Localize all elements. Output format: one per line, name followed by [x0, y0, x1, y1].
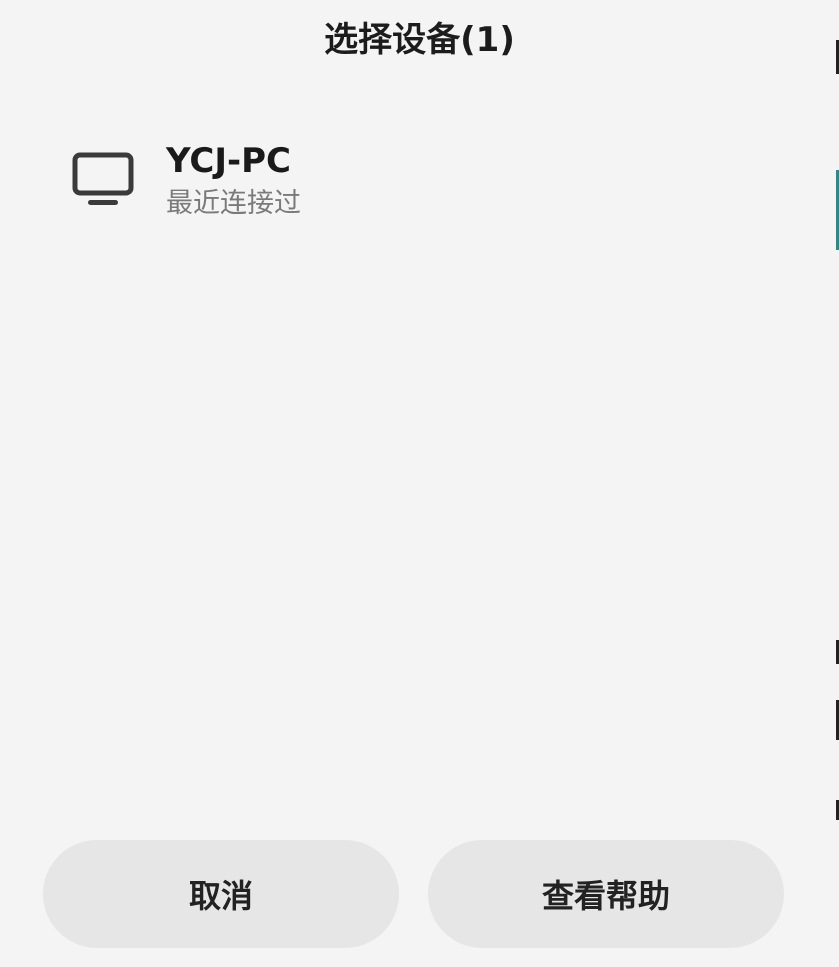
monitor-icon	[72, 152, 134, 208]
device-picker-dialog: 选择设备(1) YCJ-PC 最近连接过 取消 查看帮助	[0, 0, 839, 967]
device-name: YCJ-PC	[166, 141, 291, 181]
device-status: 最近连接过	[166, 188, 301, 219]
device-list-item[interactable]: YCJ-PC 最近连接过	[0, 132, 839, 242]
dialog-title: 选择设备(1)	[324, 20, 515, 60]
cancel-button[interactable]: 取消	[43, 840, 399, 948]
help-button[interactable]: 查看帮助	[428, 840, 784, 948]
